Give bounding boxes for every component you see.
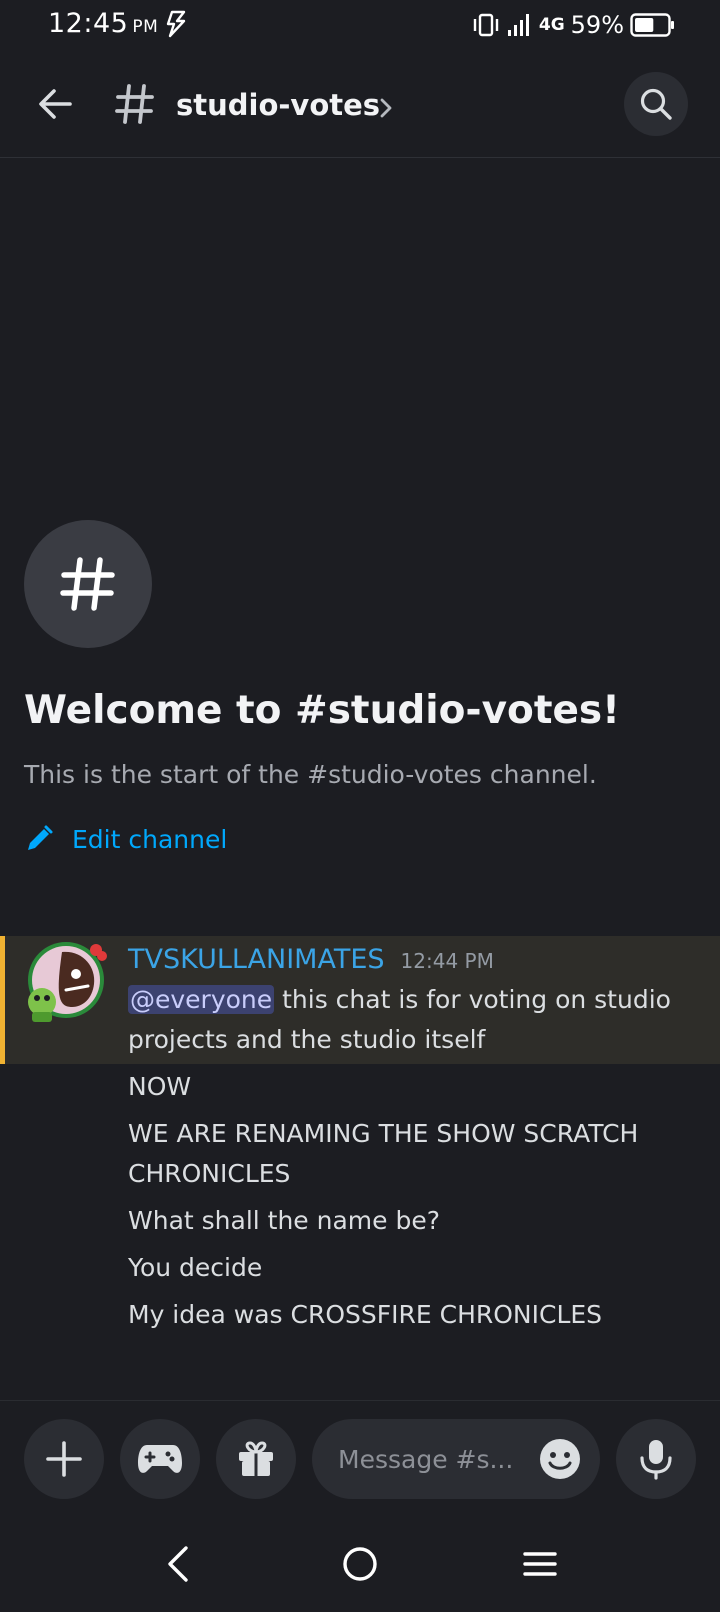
emoji-icon[interactable]	[538, 1437, 582, 1481]
edit-channel-label: Edit channel	[72, 824, 228, 854]
gift-icon	[239, 1441, 273, 1476]
welcome-title: Welcome to #studio-votes!	[24, 688, 620, 733]
search-icon	[640, 88, 672, 120]
status-bar: 12:45 PM 4G 59%	[0, 0, 720, 50]
hash-icon	[60, 557, 115, 611]
search-button[interactable]	[624, 72, 688, 136]
add-attachment-button[interactable]	[24, 1419, 104, 1499]
system-nav-bar	[0, 1512, 720, 1612]
status-right: 4G 59%	[471, 10, 676, 40]
message-line: NOW	[128, 1072, 192, 1101]
channel-header: studio-votes	[0, 60, 720, 158]
channel-hash-icon	[115, 84, 154, 124]
avatar[interactable]	[22, 940, 108, 1026]
channel-title[interactable]: studio-votes	[176, 88, 380, 122]
chevron-right-icon[interactable]	[376, 94, 396, 122]
message-timestamp: 12:44 PM	[400, 949, 494, 973]
message-composer: Message #s...	[0, 1400, 720, 1512]
message-input[interactable]: Message #s...	[312, 1419, 600, 1499]
battery-icon	[630, 13, 674, 37]
message-line: @everyone this chat is for voting on stu…	[128, 980, 698, 1020]
signal-icon	[507, 14, 529, 36]
message-line: WE ARE RENAMING THE SHOW SCRATCH	[128, 1119, 639, 1148]
plus-icon	[46, 1441, 82, 1477]
message-line: My idea was CROSSFIRE CHRONICLES	[128, 1300, 603, 1329]
message-line: projects and the studio itself	[128, 1025, 486, 1054]
vibrate-icon	[473, 13, 499, 37]
back-arrow-icon[interactable]	[34, 82, 78, 126]
mention-everyone[interactable]: @everyone	[128, 985, 275, 1014]
network-type: 4G	[538, 15, 565, 35]
message-placeholder: Message #s...	[338, 1444, 514, 1474]
microphone-icon	[640, 1440, 672, 1480]
message-line: You decide	[128, 1253, 263, 1282]
voice-message-button[interactable]	[616, 1419, 696, 1499]
nav-menu-icon[interactable]	[518, 1542, 562, 1586]
message-text: this chat is for voting on studio	[274, 985, 671, 1014]
gift-button[interactable]	[216, 1419, 296, 1499]
message-header: TVSKULLANIMATES 12:44 PM	[128, 944, 494, 975]
status-time-value: 12:45	[48, 8, 129, 39]
gamepad-icon	[138, 1445, 182, 1473]
status-time: 12:45 PM	[48, 8, 158, 39]
nav-back-icon[interactable]	[158, 1542, 202, 1586]
activities-button[interactable]	[120, 1419, 200, 1499]
message-line: What shall the name be?	[128, 1206, 440, 1235]
charging-bolt-icon	[166, 10, 186, 38]
message-line: CHRONICLES	[128, 1159, 291, 1188]
battery-percent: 59%	[570, 11, 624, 39]
author-name[interactable]: TVSKULLANIMATES	[128, 944, 385, 975]
status-ampm: PM	[132, 17, 159, 37]
welcome-subtitle: This is the start of the #studio-votes c…	[24, 760, 597, 789]
channel-welcome-icon	[24, 520, 152, 648]
pencil-icon	[28, 825, 53, 850]
nav-home-icon[interactable]	[338, 1542, 382, 1586]
edit-channel-link[interactable]: Edit channel	[24, 824, 227, 854]
